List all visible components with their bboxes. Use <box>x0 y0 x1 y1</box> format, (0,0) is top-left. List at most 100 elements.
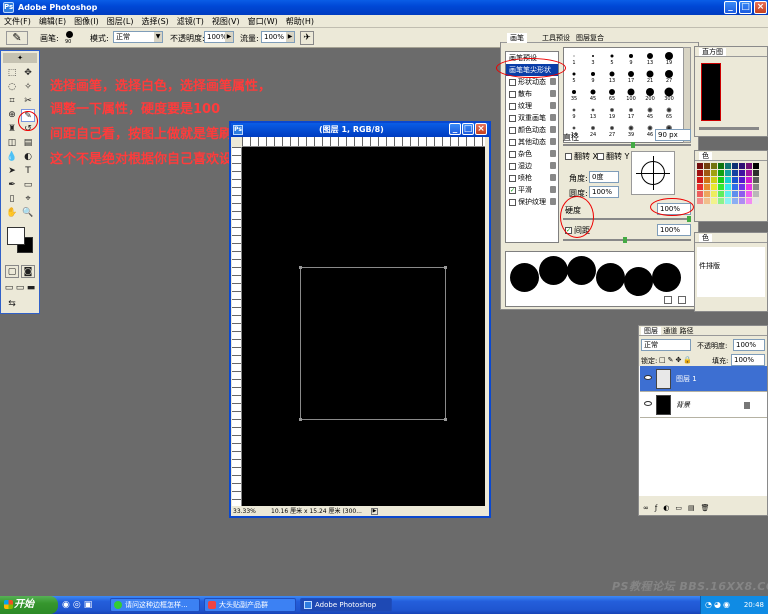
color-swatch[interactable] <box>746 177 752 183</box>
brush-setting-item[interactable]: 喷枪 <box>506 172 558 184</box>
brush-tip[interactable]: 100 <box>623 86 639 102</box>
flip-y-option[interactable]: 翻转 Y <box>597 151 629 162</box>
brush-tip[interactable]: 9 <box>566 104 582 120</box>
path-selection-tool-icon[interactable]: ➤ <box>5 165 19 178</box>
color-swatch[interactable] <box>753 170 759 176</box>
brush-setting-item[interactable]: 颜色动态 <box>506 124 558 136</box>
tab-histogram[interactable]: 直方图 <box>699 48 726 56</box>
lock-icon[interactable] <box>550 162 556 169</box>
color-swatch[interactable] <box>746 163 752 169</box>
color-swatch[interactable] <box>711 163 717 169</box>
color-swatch[interactable] <box>697 177 703 183</box>
tab-swatches[interactable]: 色 <box>699 152 712 160</box>
brush-setting-item[interactable]: 其他动态 <box>506 136 558 148</box>
brush-setting-checkbox[interactable] <box>509 138 516 146</box>
delete-preset-icon[interactable] <box>678 296 686 304</box>
brush-setting-checkbox[interactable] <box>509 102 516 110</box>
flip-x-option[interactable]: 翻转 X <box>565 151 598 162</box>
fill-input[interactable]: 100% <box>731 354 765 366</box>
screen-mode-standard-icon[interactable]: ▭ <box>4 282 14 295</box>
brush-setting-item[interactable]: ✓ 平滑 <box>506 184 558 196</box>
brush-setting-checkbox[interactable] <box>509 90 516 98</box>
color-swatch[interactable] <box>711 170 717 176</box>
brush-tip[interactable]: 17 <box>623 104 639 120</box>
brush-setting-checkbox[interactable] <box>509 126 516 134</box>
visibility-eye-icon[interactable] <box>644 401 652 406</box>
brush-tip[interactable]: 300 <box>661 86 677 102</box>
brush-tip[interactable]: 39 <box>623 122 639 138</box>
close-button[interactable]: × <box>754 1 767 14</box>
dodge-tool-icon[interactable]: ◐ <box>21 151 35 164</box>
crop-tool-icon[interactable]: ⌗ <box>5 95 19 108</box>
color-swatch[interactable] <box>697 191 703 197</box>
visibility-eye-icon[interactable] <box>644 375 652 380</box>
maximize-button[interactable]: □ <box>739 1 752 14</box>
menu-edit[interactable]: 编辑(E) <box>39 15 66 27</box>
lock-icon[interactable] <box>550 138 556 145</box>
color-swatch[interactable] <box>718 177 724 183</box>
brush-setting-checkbox[interactable] <box>509 198 516 206</box>
color-swatch[interactable] <box>753 163 759 169</box>
color-swatch[interactable] <box>704 198 710 204</box>
clone-stamp-tool-icon[interactable]: ♜ <box>5 123 19 136</box>
brush-setting-checkbox[interactable]: ✓ <box>509 186 516 194</box>
brush-tip[interactable]: 13 <box>604 68 620 84</box>
tab-layer-comps[interactable]: 图层复合 <box>573 33 607 43</box>
brush-setting-checkbox[interactable] <box>509 162 516 170</box>
color-swatch[interactable] <box>753 191 759 197</box>
color-swatch[interactable] <box>732 163 738 169</box>
tab-paths[interactable]: 路径 <box>679 327 693 335</box>
lock-icon[interactable] <box>550 114 556 121</box>
history-item[interactable]: 件排版 <box>699 261 720 271</box>
quick-launch-icons[interactable]: ◉◎▣ <box>62 599 102 611</box>
zoom-tool-icon[interactable]: 🔍 <box>21 207 35 220</box>
brush-tip[interactable]: 19 <box>661 50 677 66</box>
color-swatch[interactable] <box>718 198 724 204</box>
color-swatch[interactable] <box>725 184 731 190</box>
canvas[interactable] <box>242 147 485 506</box>
minimize-button[interactable]: _ <box>724 1 737 14</box>
screen-mode-menu-icon[interactable]: ▭ <box>15 282 25 295</box>
menu-view[interactable]: 视图(V) <box>212 15 240 27</box>
color-swatch[interactable] <box>711 198 717 204</box>
color-swatch[interactable] <box>746 191 752 197</box>
flip-y-checkbox[interactable] <box>597 153 604 160</box>
marquee-tool-icon[interactable]: ⬚ <box>5 67 19 80</box>
brush-tip[interactable]: 45 <box>585 86 601 102</box>
brush-setting-checkbox[interactable] <box>509 150 516 158</box>
start-button[interactable]: 开始 <box>0 596 58 614</box>
menu-file[interactable]: 文件(F) <box>4 15 31 27</box>
brush-tip[interactable]: 5 <box>604 50 620 66</box>
brush-setting-item[interactable]: 湿边 <box>506 160 558 172</box>
menu-layer[interactable]: 图层(L) <box>107 15 134 27</box>
magic-wand-tool-icon[interactable]: ✧ <box>21 81 35 94</box>
menu-filter[interactable]: 滤镜(T) <box>177 15 204 27</box>
color-swatch[interactable] <box>739 184 745 190</box>
standard-mode-icon[interactable]: ▢ <box>5 265 19 278</box>
tab-layers[interactable]: 图层 <box>641 327 661 335</box>
brush-tip[interactable]: 9 <box>585 68 601 84</box>
color-swatch[interactable] <box>732 177 738 183</box>
doc-minimize-button[interactable]: _ <box>449 123 461 135</box>
color-swatch[interactable] <box>732 191 738 197</box>
color-swatch[interactable] <box>711 177 717 183</box>
diameter-slider[interactable] <box>563 144 691 146</box>
angle-roundness-widget[interactable] <box>631 151 675 195</box>
hardness-slider-thumb[interactable] <box>687 216 691 222</box>
brush-tip[interactable]: 9 <box>623 50 639 66</box>
color-swatch[interactable] <box>697 170 703 176</box>
diameter-input[interactable]: 90 px <box>655 129 691 141</box>
brush-tip[interactable]: 17 <box>623 68 639 84</box>
shape-tool-icon[interactable]: ▭ <box>21 179 35 192</box>
clock[interactable]: 20:48 <box>744 601 764 609</box>
doc-maximize-button[interactable]: □ <box>462 123 474 135</box>
lock-icon[interactable] <box>550 102 556 109</box>
color-swatch[interactable] <box>753 177 759 183</box>
brush-tip[interactable]: 5 <box>566 68 582 84</box>
status-arrow-icon[interactable]: ▶ <box>371 508 378 515</box>
color-swatch[interactable] <box>746 198 752 204</box>
opacity-input[interactable]: 100% ▶ <box>204 31 234 43</box>
color-swatch[interactable] <box>746 170 752 176</box>
tray-icons[interactable]: ◔◕◉ <box>705 596 732 614</box>
brush-tip[interactable]: 19 <box>604 104 620 120</box>
